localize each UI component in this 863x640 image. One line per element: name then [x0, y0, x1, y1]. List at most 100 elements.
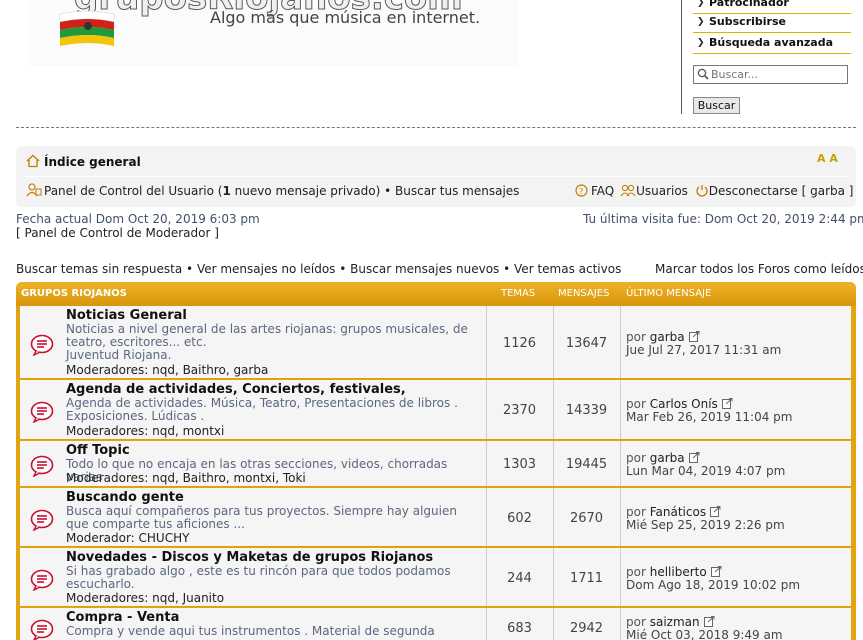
tagline: Algo más que música en internet. [210, 8, 481, 27]
forum-description: Compra y vende aqui tus instrumentos . M… [66, 625, 476, 640]
view-latest-post-icon[interactable] [688, 452, 700, 463]
forum-table-header [16, 282, 856, 306]
active-topics-link[interactable]: Ver temas activos [514, 262, 621, 276]
forum-description-text: Busca aquí compañeros para tus proyectos… [66, 504, 457, 531]
sponsor-link[interactable]: Patrocinador [693, 0, 851, 14]
by-label: por [626, 451, 646, 465]
post-count: 2670 [569, 511, 604, 526]
view-latest-post-icon[interactable] [721, 398, 733, 409]
last-post-author-link[interactable]: Fanáticos [650, 505, 706, 519]
forum-moderators[interactable]: Moderadores: nqd, Baithro, montxi, Toki [66, 471, 306, 485]
last-post-author-link[interactable]: garba [650, 451, 685, 465]
forum-icon [30, 455, 54, 477]
forum-row[interactable]: Buscando gente Busca aquí compañeros para… [20, 488, 851, 547]
forum-icon [30, 401, 54, 423]
last-post-date: Mié Sep 25, 2019 2:26 pm [626, 518, 785, 532]
forum-description: Agenda de actividades. Música, Teatro, P… [66, 397, 476, 423]
col-divider [620, 608, 621, 640]
home-icon [26, 154, 40, 168]
forum-row[interactable]: Noticias General Noticias a nivel general… [20, 306, 851, 379]
svg-text:?: ? [579, 187, 583, 196]
forum-title[interactable]: Agenda de actividades, Conciertos, festi… [66, 382, 406, 397]
divider [16, 127, 856, 128]
col-divider [620, 306, 621, 378]
forum-title[interactable]: Off Topic [66, 443, 130, 458]
post-count: 1711 [569, 571, 604, 586]
faq-link[interactable]: FAQ [591, 184, 614, 198]
forum-title[interactable]: Noticias General [66, 308, 187, 323]
new-posts-link[interactable]: Buscar mensajes nuevos [350, 262, 499, 276]
topic-count: 602 [507, 511, 532, 526]
index-link[interactable]: Índice general [44, 155, 141, 169]
topic-count: 683 [507, 621, 532, 636]
user-panel-icon [26, 183, 42, 197]
mod-panel-link[interactable]: [ Panel de Control de Moderador ] [16, 226, 219, 240]
power-icon [696, 185, 708, 197]
view-latest-post-icon[interactable] [710, 506, 721, 517]
members-icon [620, 184, 636, 197]
members-link[interactable]: Usuarios [636, 184, 688, 198]
forum-description: Si has grabado algo , este es tu rincón … [66, 565, 476, 591]
last-post-author-link[interactable]: helliberto [650, 565, 707, 579]
forum-description-text: Agenda de actividades. Música, Teatro, P… [66, 396, 458, 423]
pm-count[interactable]: 1 [222, 184, 230, 198]
navbar-right: ? FAQ Usuarios Desconectarse [ garba ] [575, 184, 853, 198]
logout-link[interactable]: Desconectarse [ garba ] [709, 184, 854, 198]
unread-link[interactable]: Ver mensajes no leídos [197, 262, 336, 276]
last-post-date: Jue Jul 27, 2017 11:31 am [626, 343, 782, 357]
by-label: por [626, 565, 646, 579]
flag-icon [59, 10, 115, 46]
font-size-toggle[interactable]: A A [817, 152, 838, 165]
advanced-search-link[interactable]: Búsqueda avanzada [693, 34, 851, 54]
by-label: por [626, 505, 646, 519]
forum-icon [30, 619, 54, 640]
last-post-author: por garba [626, 330, 700, 344]
last-post-author: por garba [626, 451, 700, 465]
navbar-separator [24, 176, 850, 177]
view-latest-post-icon[interactable] [703, 616, 715, 627]
last-post-date: Mié Oct 03, 2018 9:49 am [626, 628, 783, 640]
forum-title[interactable]: Compra - Venta [66, 610, 179, 625]
subscribe-link[interactable]: Subscribirse [693, 13, 851, 33]
forum-moderators[interactable]: Moderadores: nqd, Juanito [66, 591, 224, 605]
last-post-author-link[interactable]: garba [650, 330, 685, 344]
forum-description-extra: Juventud Riojana. [66, 348, 172, 362]
forum-title[interactable]: Buscando gente [66, 490, 184, 505]
unanswered-link[interactable]: Buscar temas sin respuesta [16, 262, 182, 276]
last-post-author: por Fanáticos [626, 505, 721, 519]
view-latest-post-icon[interactable] [710, 566, 722, 577]
post-count: 2942 [569, 621, 604, 636]
forum-moderators[interactable]: Moderador: CHUCHY [66, 531, 189, 545]
pm-link[interactable]: nuevo mensaje privado) [231, 184, 381, 198]
col-topics: TEMAS [501, 288, 536, 299]
category-link[interactable]: GRUPOS RIOJANOS [21, 288, 127, 299]
last-post-author: por saizman [626, 615, 715, 629]
forum-description-text: Si has grabado algo , este es tu rincón … [66, 564, 451, 591]
forum-description: Busca aquí compañeros para tus proyectos… [66, 505, 476, 531]
forum-description-text: Noticias a nivel general de las artes ri… [66, 322, 468, 349]
mark-all-read-link[interactable]: Marcar todos los Foros como leídos [655, 262, 863, 276]
col-divider [620, 441, 621, 486]
forum-icon [30, 334, 54, 356]
ucp-link[interactable]: Panel de Control del Usuario [44, 184, 214, 198]
forum-row[interactable]: Compra - Venta Compra y vende aqui tus in… [20, 608, 851, 640]
forum-moderators[interactable]: Moderadores: nqd, montxi [66, 424, 224, 438]
forum-row[interactable]: Novedades - Discos y Maketas de grupos R… [20, 548, 851, 607]
ucp-line: Panel de Control del Usuario (1 nuevo me… [44, 184, 520, 198]
last-post-author-link[interactable]: saizman [650, 615, 700, 629]
forum-title[interactable]: Novedades - Discos y Maketas de grupos R… [66, 550, 433, 565]
forum-moderators[interactable]: Moderadores: nqd, Baithro, garba [66, 363, 268, 377]
forum-icon [30, 509, 54, 531]
own-posts-link[interactable]: Buscar tus mensajes [395, 184, 519, 198]
forum-row[interactable]: Off Topic Todo lo que no encaja en las ot… [20, 441, 851, 487]
by-label: por [626, 330, 646, 344]
topic-count: 244 [507, 571, 532, 586]
last-post-author-link[interactable]: Carlos Onís [650, 397, 718, 411]
view-latest-post-icon[interactable] [688, 331, 700, 342]
search-button[interactable]: Buscar [693, 97, 740, 114]
col-divider [620, 548, 621, 606]
site-logo[interactable]: gruposRiojanos.com Algo más que música e… [28, 0, 518, 66]
search-input[interactable] [693, 65, 848, 84]
last-post-date: Lun Mar 04, 2019 4:07 pm [626, 464, 786, 478]
forum-row[interactable]: Agenda de actividades, Conciertos, festi… [20, 380, 851, 440]
